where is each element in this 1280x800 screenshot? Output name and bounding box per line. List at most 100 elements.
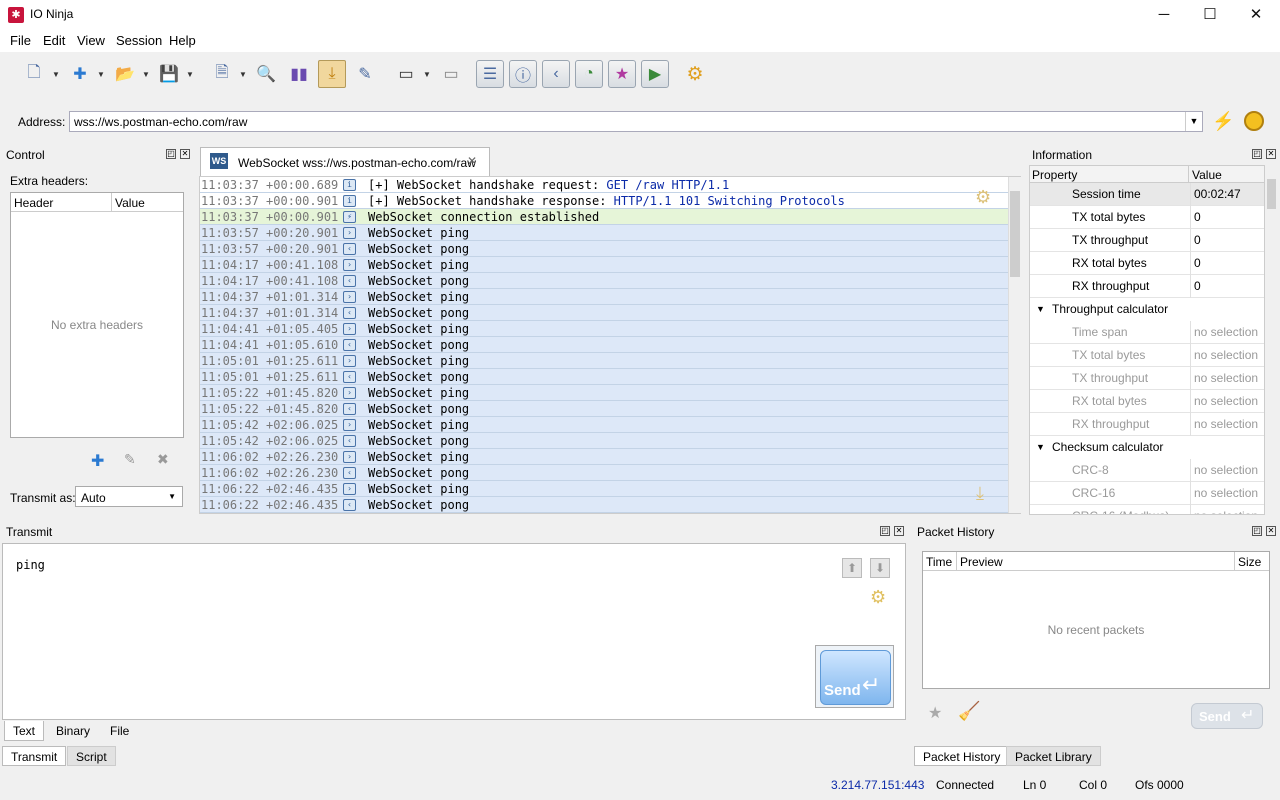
new-session-icon[interactable]: ✚ <box>66 60 94 88</box>
tab-packet-library[interactable]: Packet Library <box>1006 746 1101 766</box>
log-row[interactable]: 11:04:17 +00:41.108 ‹ WebSocket pong <box>200 273 1008 289</box>
collapse-arrow-icon[interactable]: ▼ <box>1036 436 1045 459</box>
back-icon[interactable]: ‹ <box>542 60 570 88</box>
info-row[interactable]: CRC-8 no selection <box>1030 459 1264 482</box>
send-button[interactable]: Send ↵ <box>815 645 894 708</box>
clear-history-broom-icon[interactable]: 🧹 <box>958 701 980 722</box>
save-icon[interactable]: 💾 <box>155 60 183 88</box>
info-row[interactable]: TX total bytes 0 <box>1030 206 1264 229</box>
log-view[interactable]: 11:03:37 +00:00.689 i [+] WebSocket handsh… <box>199 176 1021 514</box>
info-row[interactable]: Time span no selection <box>1030 321 1264 344</box>
tab-text[interactable]: Text <box>4 721 45 741</box>
delete-header-icon[interactable]: ✖ <box>157 451 175 469</box>
info-row[interactable]: TX throughput no selection <box>1030 367 1264 390</box>
scrollbar-thumb[interactable] <box>1010 191 1020 277</box>
info-group[interactable]: ▼ Checksum calculator <box>1030 436 1264 459</box>
info-icon[interactable]: ⓘ <box>509 60 537 88</box>
tab-script[interactable]: Script <box>67 746 116 766</box>
log-row[interactable]: 11:04:41 +01:05.610 ‹ WebSocket pong <box>200 337 1008 353</box>
close-panel-icon[interactable]: ✕ <box>894 526 904 536</box>
connect-icon[interactable] <box>1244 111 1264 131</box>
log-row[interactable]: 11:05:22 +01:45.820 › WebSocket ping <box>200 385 1008 401</box>
log-view-icon[interactable]: ☰ <box>476 60 504 88</box>
log-row[interactable]: 11:06:22 +02:46.435 › WebSocket ping <box>200 481 1008 497</box>
tab-packet-history[interactable]: Packet History <box>914 746 1010 766</box>
tab-file[interactable]: File <box>102 721 137 741</box>
log-row[interactable]: 11:05:01 +01:25.611 › WebSocket ping <box>200 353 1008 369</box>
log-row[interactable]: 11:04:41 +01:05.405 › WebSocket ping <box>200 321 1008 337</box>
log-row[interactable]: 11:04:37 +01:01.314 ‹ WebSocket pong <box>200 305 1008 321</box>
star-icon[interactable]: ★ <box>608 60 636 88</box>
tab-binary[interactable]: Binary <box>48 721 98 741</box>
menu-view[interactable]: View <box>77 33 105 48</box>
transmit-settings-gear-icon[interactable]: ⚙ <box>870 587 886 608</box>
info-row[interactable]: TX throughput 0 <box>1030 229 1264 252</box>
transmit-editor[interactable]: ping ⬆ ⬇ ⚙ Send ↵ <box>2 543 906 720</box>
save-to-library-icon[interactable]: ★ <box>928 703 942 723</box>
maximize-button[interactable]: ☐ <box>1187 0 1233 30</box>
menu-session[interactable]: Session <box>116 33 162 48</box>
transmit-as-select[interactable]: Auto ▼ <box>75 486 183 507</box>
history-down-icon[interactable]: ⬇ <box>870 558 890 578</box>
close-panel-icon[interactable]: ✕ <box>180 149 190 159</box>
clock-icon[interactable]: ◔ <box>575 60 603 88</box>
search-icon[interactable]: 🔍 <box>252 60 280 88</box>
new-document-icon[interactable]: 🗋 <box>20 60 48 88</box>
log-row[interactable]: 11:03:37 +00:00.689 i [+] WebSocket handsh… <box>200 177 1008 193</box>
scrollbar-thumb[interactable] <box>1267 179 1276 209</box>
log-row[interactable]: 11:05:42 +02:06.025 › WebSocket ping <box>200 417 1008 433</box>
terminal-icon[interactable]: ▭ <box>392 60 420 88</box>
log-row[interactable]: 11:05:22 +01:45.820 ‹ WebSocket pong <box>200 401 1008 417</box>
log-row[interactable]: 11:03:37 +00:00.901 i [+] WebSocket handsh… <box>200 193 1008 209</box>
history-up-icon[interactable]: ⬆ <box>842 558 862 578</box>
log-row[interactable]: 11:05:01 +01:25.611 ‹ WebSocket pong <box>200 369 1008 385</box>
log-row[interactable]: 11:03:37 +00:00.901 ⚡ WebSocket connection… <box>200 209 1008 225</box>
menu-file[interactable]: File <box>10 33 31 48</box>
close-panel-icon[interactable]: ✕ <box>1266 149 1276 159</box>
float-icon[interactable]: ◰ <box>1252 526 1262 536</box>
log-scrollbar[interactable] <box>1008 177 1021 513</box>
log-row[interactable]: 11:05:42 +02:06.025 ‹ WebSocket pong <box>200 433 1008 449</box>
info-group[interactable]: ▼ Throughput calculator <box>1030 298 1264 321</box>
log-row[interactable]: 11:06:22 +02:46.435 ‹ WebSocket pong <box>200 497 1008 513</box>
minimize-button[interactable]: ─ <box>1141 0 1187 30</box>
menu-edit[interactable]: Edit <box>43 33 65 48</box>
auto-scroll-icon[interactable]: ⤓ <box>318 60 346 88</box>
info-scrollbar[interactable] <box>1265 165 1278 515</box>
address-input[interactable]: wss://ws.postman-echo.com/raw <box>69 111 1203 132</box>
float-icon[interactable]: ◰ <box>880 526 890 536</box>
close-tab-icon[interactable]: ✕ <box>467 154 477 168</box>
clear-log-icon[interactable]: ✎ <box>351 60 379 88</box>
float-icon[interactable]: ◰ <box>1252 149 1262 159</box>
tab-websocket-session[interactable]: WS WebSocket wss://ws.postman-echo.com/r… <box>200 147 490 176</box>
log-row[interactable]: 11:06:02 +02:26.230 ‹ WebSocket pong <box>200 465 1008 481</box>
send-file-icon[interactable]: ▭ <box>437 60 465 88</box>
close-panel-icon[interactable]: ✕ <box>1266 526 1276 536</box>
log-row[interactable]: 11:04:37 +01:01.314 › WebSocket ping <box>200 289 1008 305</box>
headers-table[interactable]: Header Value No extra headers <box>10 192 184 438</box>
log-row[interactable]: 11:06:02 +02:26.230 › WebSocket ping <box>200 449 1008 465</box>
filter-icon[interactable]: ▮▮ <box>285 60 313 88</box>
info-row[interactable]: CRC-16 (Modbus) no selection <box>1030 505 1264 514</box>
close-button[interactable]: ✕ <box>1233 0 1279 30</box>
collapse-arrow-icon[interactable]: ▼ <box>1036 298 1045 321</box>
log-file-icon[interactable]: 🗎 <box>208 60 236 88</box>
log-row[interactable]: 11:04:17 +00:41.108 › WebSocket ping <box>200 257 1008 273</box>
log-row[interactable]: 11:03:57 +00:20.901 › WebSocket ping <box>200 225 1008 241</box>
scroll-bottom-icon[interactable]: ⤓ <box>976 483 984 504</box>
log-settings-gear-icon[interactable]: ⚙ <box>975 187 991 208</box>
chevron-down-icon[interactable]: ▼ <box>1185 112 1202 131</box>
open-folder-icon[interactable]: 📂 <box>111 60 139 88</box>
info-row[interactable]: RX throughput no selection <box>1030 413 1264 436</box>
packet-history-table[interactable]: Time Preview Size No recent packets <box>922 551 1270 689</box>
info-row[interactable]: RX total bytes 0 <box>1030 252 1264 275</box>
log-row[interactable]: 11:03:57 +00:20.901 ‹ WebSocket pong <box>200 241 1008 257</box>
info-row[interactable]: Session time 00:02:47 <box>1030 183 1264 206</box>
play-icon[interactable]: ▶ <box>641 60 669 88</box>
info-row[interactable]: RX throughput 0 <box>1030 275 1264 298</box>
disconnect-icon[interactable]: ⚡ <box>1212 111 1234 132</box>
edit-header-icon[interactable]: ✎ <box>124 451 142 469</box>
tab-transmit[interactable]: Transmit <box>2 746 67 766</box>
packet-send-button[interactable]: Send ↵ <box>1191 703 1263 729</box>
add-header-icon[interactable]: ✚ <box>91 451 109 470</box>
